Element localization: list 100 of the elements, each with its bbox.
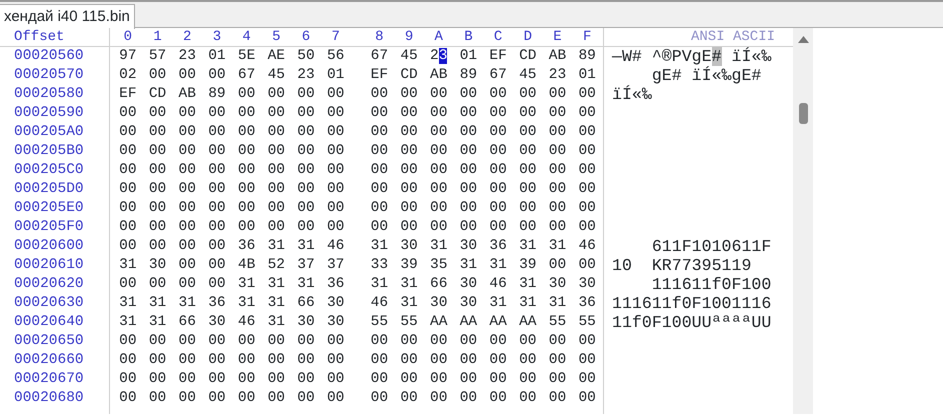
hex-byte: AA [458,313,478,332]
hex-byte: 00 [266,389,286,408]
hex-byte: AB [178,85,197,104]
hex-byte: 00 [207,332,227,351]
ascii-text: 11f0F100UUªªªªUU [612,313,772,332]
hex-byte: 00 [458,180,478,199]
hex-byte: 00 [207,256,227,275]
hex-byte: EF [118,85,138,104]
hex-byte: 00 [548,370,568,389]
hex-byte: 00 [207,104,227,123]
hex-byte: 55 [370,313,390,332]
hex-byte: AB [429,66,448,85]
file-tab[interactable]: хендай i40 115.bin [0,4,135,29]
hex-byte: 00 [236,199,256,218]
hex-byte: 00 [458,161,478,180]
hex-byte: AE [266,47,286,66]
column-header: C [492,28,504,46]
ascii-text: —W# ^®PVgE [612,47,712,66]
hex-byte: 36 [236,237,256,256]
ascii-text: 111611f0F1001116 [612,294,772,313]
column-header: B [463,28,474,46]
column-header: 2 [182,28,192,46]
hex-byte: 00 [370,370,390,389]
hex-byte: 00 [577,104,597,123]
hex-byte: 00 [326,199,346,218]
hex-byte: 30 [458,294,478,313]
scrollbar[interactable] [793,28,813,414]
hex-byte: 89 [207,85,227,104]
offset-cell: 00020590 [14,105,84,121]
hex-byte: 00 [370,389,390,408]
hex-byte: 00 [577,389,597,408]
hex-byte: 00 [458,123,478,142]
hex-byte: 39 [399,256,419,275]
hex-byte: 00 [577,370,597,389]
hex-byte: 00 [178,142,197,161]
hex-byte: 00 [458,142,478,161]
hex-byte: AA [488,313,508,332]
hex-byte: 00 [488,104,508,123]
hex-byte: 00 [370,199,390,218]
hex-byte: 00 [148,351,168,370]
hex-byte: 31 [370,275,390,294]
column-header: A [434,28,444,46]
hex-byte: 00 [429,199,448,218]
offset-cell: 000205F0 [14,219,84,235]
hex-byte: 00 [178,161,197,180]
hex-byte: EF [370,66,390,85]
column-header: D [522,28,533,46]
hex-byte: 00 [399,123,419,142]
hex-byte: 97 [118,47,138,66]
hex-byte: 31 [296,237,316,256]
hex-byte: 31 [399,294,419,313]
hex-byte: 00 [148,199,168,218]
offset-cell: 000205A0 [14,124,84,140]
hex-byte: 00 [548,104,568,123]
hex-byte: 00 [548,218,568,237]
hex-byte: CD [148,85,168,104]
hex-byte: 00 [399,104,419,123]
hex-byte: 00 [118,104,138,123]
hex-byte: 00 [296,332,316,351]
hex-byte: 00 [577,256,597,275]
hex-byte: 00 [399,142,419,161]
hex-byte: 00 [370,218,390,237]
hex-byte: 00 [399,180,419,199]
cursor-digit: 3 [438,48,448,64]
hex-byte: 37 [326,256,346,275]
hex-byte: 00 [118,237,138,256]
hex-byte: 00 [326,370,346,389]
column-header: F [582,28,592,46]
hex-byte: 00 [178,332,197,351]
hex-byte: 00 [178,237,197,256]
hex-byte: 00 [370,351,390,370]
column-header: Offset [14,29,64,45]
hex-byte: 30 [399,237,419,256]
column-header: 9 [404,28,414,46]
hex-byte: 00 [370,180,390,199]
hex-byte: 00 [518,218,538,237]
hex-byte: 00 [488,332,508,351]
scrollbar-thumb[interactable] [798,103,808,124]
hex-byte: 00 [178,180,197,199]
hex-byte: 00 [326,123,346,142]
hex-byte: 66 [296,294,316,313]
ascii-text: ïÍ«‰ [612,85,652,104]
hex-byte: 31 [266,313,286,332]
offset-cell: 00020610 [14,257,84,273]
hex-byte: 39 [518,256,538,275]
hex-byte: 66 [429,275,448,294]
hex-byte: 00 [207,218,227,237]
hex-byte: 00 [296,85,316,104]
hex-byte: 31 [118,313,138,332]
hex-byte: 00 [326,351,346,370]
hex-byte: 00 [429,389,448,408]
hex-byte: 00 [518,85,538,104]
hex-byte: 00 [118,199,138,218]
hex-byte: 00 [207,180,227,199]
hex-byte: 00 [399,370,419,389]
offset-cell: 00020560 [14,48,84,64]
hex-byte: 00 [577,142,597,161]
hex-byte: 00 [148,123,168,142]
scroll-up-icon[interactable] [798,36,808,43]
hex-byte: 00 [577,218,597,237]
